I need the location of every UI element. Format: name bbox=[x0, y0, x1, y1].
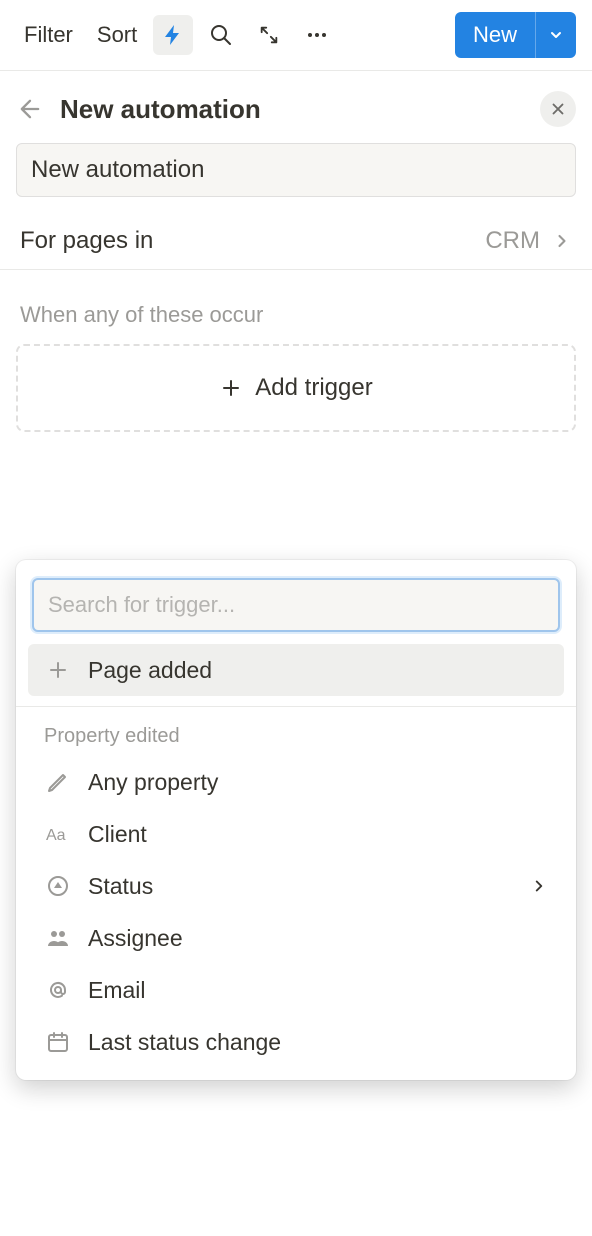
dropdown-section-label: Property edited bbox=[16, 717, 576, 756]
sort-button[interactable]: Sort bbox=[89, 16, 145, 54]
text-icon: Aa bbox=[46, 822, 70, 846]
menu-item-label: Any property bbox=[88, 769, 548, 796]
plus-icon bbox=[46, 658, 70, 682]
toolbar: Filter Sort New bbox=[0, 0, 592, 71]
menu-item-assignee[interactable]: Assignee bbox=[28, 912, 564, 964]
at-icon bbox=[46, 978, 70, 1002]
plus-icon bbox=[219, 376, 243, 400]
for-pages-value: CRM bbox=[485, 227, 540, 255]
svg-text:Aa: Aa bbox=[46, 827, 66, 844]
more-icon-button[interactable] bbox=[297, 15, 337, 55]
trigger-section-label: When any of these occur bbox=[0, 302, 592, 344]
panel-header: New automation bbox=[0, 71, 592, 143]
search-icon-button[interactable] bbox=[201, 15, 241, 55]
chevron-right-icon bbox=[530, 877, 548, 895]
pencil-icon bbox=[46, 770, 70, 794]
lightning-icon bbox=[161, 23, 185, 47]
filter-button[interactable]: Filter bbox=[16, 16, 81, 54]
divider bbox=[16, 706, 576, 707]
ellipsis-icon bbox=[305, 23, 329, 47]
for-pages-row[interactable]: For pages in CRM bbox=[0, 213, 592, 270]
add-trigger-button[interactable]: Add trigger bbox=[16, 344, 576, 432]
menu-item-label: Client bbox=[88, 821, 548, 848]
menu-item-client[interactable]: Aa Client bbox=[28, 808, 564, 860]
menu-item-any-property[interactable]: Any property bbox=[28, 756, 564, 808]
menu-item-label: Last status change bbox=[88, 1029, 548, 1056]
new-button-dropdown[interactable] bbox=[536, 17, 576, 53]
menu-item-email[interactable]: Email bbox=[28, 964, 564, 1016]
person-icon bbox=[46, 926, 70, 950]
expand-icon-button[interactable] bbox=[249, 15, 289, 55]
trigger-dropdown: Page added Property edited Any property … bbox=[16, 560, 576, 1080]
back-button[interactable] bbox=[16, 95, 44, 123]
page-title: New automation bbox=[60, 94, 524, 125]
expand-icon bbox=[258, 24, 280, 46]
calendar-icon bbox=[46, 1030, 70, 1054]
search-icon bbox=[209, 23, 233, 47]
menu-item-label: Status bbox=[88, 873, 514, 900]
new-button[interactable]: New bbox=[455, 12, 576, 58]
automation-name-input[interactable] bbox=[16, 143, 576, 197]
name-input-wrapper bbox=[0, 143, 592, 213]
add-trigger-label: Add trigger bbox=[255, 374, 372, 402]
arrow-left-icon bbox=[16, 95, 44, 123]
for-pages-label: For pages in bbox=[20, 227, 485, 255]
chevron-down-icon bbox=[548, 27, 564, 43]
menu-item-label: Email bbox=[88, 977, 548, 1004]
menu-item-label: Page added bbox=[88, 657, 548, 684]
menu-item-last-status-change[interactable]: Last status change bbox=[28, 1016, 564, 1068]
menu-item-label: Assignee bbox=[88, 925, 548, 952]
menu-item-page-added[interactable]: Page added bbox=[28, 644, 564, 696]
menu-item-status[interactable]: Status bbox=[28, 860, 564, 912]
automation-icon-button[interactable] bbox=[153, 15, 193, 55]
close-icon bbox=[549, 100, 567, 118]
new-button-label: New bbox=[455, 12, 536, 58]
chevron-right-icon bbox=[552, 231, 572, 251]
status-icon bbox=[46, 874, 70, 898]
trigger-search-input[interactable] bbox=[32, 578, 560, 632]
close-button[interactable] bbox=[540, 91, 576, 127]
